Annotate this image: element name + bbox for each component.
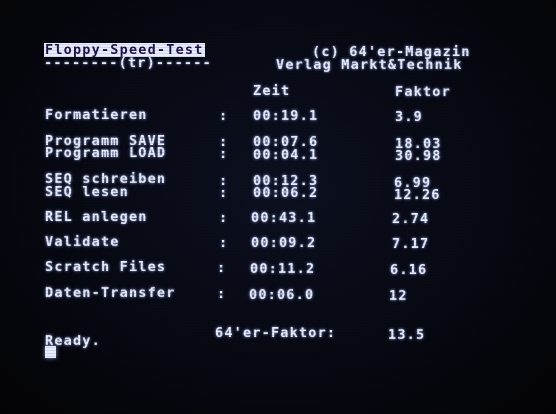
row-time-rel-anlegen: 00:43.1 <box>251 210 317 226</box>
row-separator: : <box>217 260 227 276</box>
row-time-scratch-files: 00:11.2 <box>250 261 316 277</box>
row-factor-rel-anlegen: 2.74 <box>392 211 430 227</box>
row-time-formatieren: 00:19.1 <box>253 108 319 124</box>
row-factor-formatieren: 3.9 <box>395 109 423 125</box>
c64-screen: Floppy-Speed-Test --------(tr)------ (c)… <box>0 0 556 414</box>
summary-label: 64'er-Faktor: <box>215 325 337 341</box>
row-time-validate: 00:09.2 <box>251 235 317 251</box>
row-separator: : <box>219 235 229 251</box>
row-label-programm-load: Programm LOAD <box>45 145 167 161</box>
column-header-time: Zeit <box>253 83 291 99</box>
row-time-seq-lesen: 00:06.2 <box>253 185 319 201</box>
row-factor-scratch-files: 6.16 <box>390 262 428 278</box>
row-factor-validate: 7.17 <box>392 236 430 252</box>
row-separator: : <box>219 210 229 226</box>
row-label-scratch-files: Scratch Files <box>45 259 167 275</box>
row-label-rel-anlegen: REL anlegen <box>45 209 148 225</box>
row-factor-programm-load: 30.98 <box>395 148 442 164</box>
row-label-formatieren: Formatieren <box>45 107 148 123</box>
row-label-validate: Validate <box>45 234 120 250</box>
row-separator: : <box>217 286 227 302</box>
row-time-daten-transfer: 00:06.0 <box>249 287 315 303</box>
row-label-seq-lesen: SEQ lesen <box>45 184 129 200</box>
summary-value: 13.5 <box>388 327 426 343</box>
row-separator: : <box>219 185 229 201</box>
row-separator: : <box>219 146 229 162</box>
row-time-programm-load: 00:04.1 <box>253 147 319 163</box>
title-underline: --------(tr)------ <box>44 55 212 71</box>
row-factor-daten-transfer: 12 <box>389 288 408 304</box>
text-cursor[interactable] <box>45 346 56 358</box>
row-factor-seq-lesen: 12.26 <box>394 187 441 203</box>
row-separator: : <box>219 108 229 124</box>
column-header-factor: Faktor <box>395 84 451 100</box>
row-label-daten-transfer: Daten-Transfer <box>45 285 176 301</box>
publisher-text: Verlag Markt&Technik <box>276 57 463 73</box>
